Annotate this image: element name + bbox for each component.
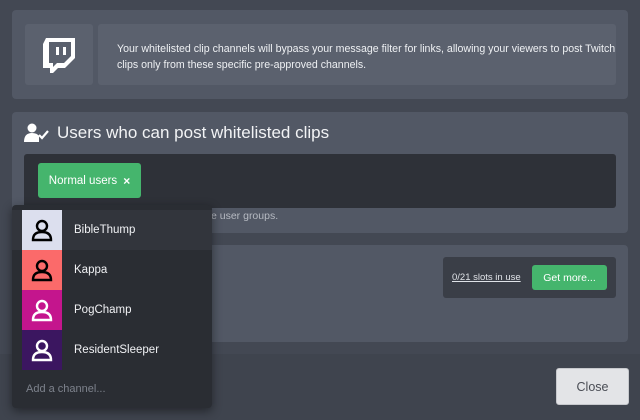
group-tag-label: Normal users <box>48 174 118 187</box>
channel-option-biblethump[interactable]: BibleThump <box>12 210 212 250</box>
user-check-icon <box>24 123 49 142</box>
section-header: Users who can post whitelisted clips <box>24 122 329 144</box>
channel-dropdown: BibleThump Kappa PogChamp ResidentSleepe… <box>12 205 212 408</box>
user-icon <box>31 259 53 282</box>
channel-avatar <box>22 330 62 370</box>
group-tag-normal-users[interactable]: Normal users × <box>38 163 141 198</box>
slots-in-use-link[interactable]: 0/21 slots in use <box>452 272 521 283</box>
channel-name: ResidentSleeper <box>74 344 160 356</box>
channel-option-kappa[interactable]: Kappa <box>12 250 212 290</box>
channel-option-pogchamp[interactable]: PogChamp <box>12 290 212 330</box>
channel-avatar <box>22 290 62 330</box>
channel-name: Kappa <box>74 264 108 276</box>
close-button[interactable]: Close <box>556 368 629 405</box>
twitch-icon-box <box>25 24 93 85</box>
channel-avatar <box>22 250 62 290</box>
user-groups-box[interactable]: Normal users × <box>24 154 616 208</box>
user-icon <box>31 299 53 322</box>
get-more-button[interactable]: Get more... <box>532 265 607 290</box>
slots-box: 0/21 slots in use Get more... <box>443 257 616 298</box>
info-description: Your whitelisted clip channels will bypa… <box>98 24 616 85</box>
twitch-logo-icon <box>43 37 75 73</box>
remove-tag-icon[interactable]: × <box>123 174 130 188</box>
helper-text: e user groups. <box>211 210 279 222</box>
channel-name: BibleThump <box>74 224 136 236</box>
user-icon <box>31 219 53 242</box>
add-channel-input[interactable] <box>12 369 212 408</box>
channel-name: PogChamp <box>74 304 132 316</box>
info-panel: Your whitelisted clip channels will bypa… <box>12 10 628 99</box>
user-icon <box>31 339 53 362</box>
channel-option-residentsleeper[interactable]: ResidentSleeper <box>12 330 212 370</box>
section-title: Users who can post whitelisted clips <box>57 123 330 142</box>
channel-avatar <box>22 210 62 250</box>
